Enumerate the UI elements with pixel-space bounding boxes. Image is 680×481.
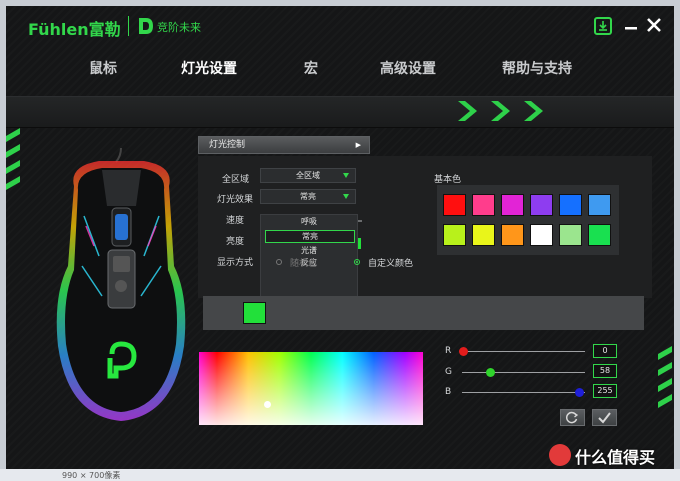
color-swatch[interactable] xyxy=(443,194,466,216)
color-spectrum-picker[interactable] xyxy=(199,352,423,425)
tab-lighting[interactable]: 灯光设置 xyxy=(181,58,237,78)
close-icon[interactable] xyxy=(646,17,662,33)
zone-label: 全区域 xyxy=(222,175,250,185)
decor-stripes-left xyxy=(6,128,20,190)
display-mode-label: 显示方式 xyxy=(217,258,254,268)
color-swatch[interactable] xyxy=(501,224,524,246)
red-label: R xyxy=(445,346,452,356)
tab-macro[interactable]: 宏 xyxy=(304,58,318,78)
effect-option-selected[interactable]: 常亮 xyxy=(265,230,355,243)
green-slider-track[interactable] xyxy=(462,372,585,373)
color-preview-bar xyxy=(203,296,644,330)
color-swatch[interactable] xyxy=(472,224,495,246)
download-home-button[interactable] xyxy=(594,17,612,35)
red-slider-thumb[interactable] xyxy=(459,347,468,356)
speed-label: 速度 xyxy=(226,216,245,226)
random-color-label: 随机色 xyxy=(290,259,318,269)
checkmark-icon xyxy=(598,412,611,424)
custom-color-label: 自定义颜色 xyxy=(368,259,414,269)
lighting-control-header[interactable]: 灯光控制 ▶ xyxy=(198,136,370,154)
chevron-down-icon xyxy=(343,194,349,199)
logo-divider xyxy=(128,16,129,36)
mouse-illustration xyxy=(56,147,186,421)
effect-select-value: 常亮 xyxy=(300,192,316,201)
tab-help[interactable]: 帮助与支持 xyxy=(502,58,572,78)
download-home-icon xyxy=(599,21,607,31)
brightness-label: 亮度 xyxy=(226,237,245,247)
blue-value-input[interactable]: 255 xyxy=(593,384,617,398)
current-color-swatch xyxy=(243,302,266,324)
blue-slider-thumb[interactable] xyxy=(575,388,584,397)
brand-logo: Fühlen富勒 xyxy=(28,20,121,39)
blue-label: B xyxy=(445,387,452,397)
green-label: G xyxy=(445,367,452,377)
minimize-icon[interactable] xyxy=(624,18,638,32)
color-swatch[interactable] xyxy=(588,194,611,216)
green-slider-thumb[interactable] xyxy=(486,368,495,377)
random-color-radio[interactable] xyxy=(276,259,282,265)
chevron-down-icon xyxy=(343,173,349,178)
color-swatch[interactable] xyxy=(472,194,495,216)
color-swatch[interactable] xyxy=(443,224,466,246)
green-value-input[interactable]: 58 xyxy=(593,364,617,378)
color-swatch[interactable] xyxy=(559,224,582,246)
decor-banner xyxy=(6,96,674,128)
lighting-control-title: 灯光控制 xyxy=(209,140,246,150)
color-swatch[interactable] xyxy=(559,194,582,216)
basic-colors-grid xyxy=(437,185,619,255)
confirm-button[interactable] xyxy=(592,409,617,426)
app-window: Fühlen富勒 竞阶未来 鼠标 灯光设置 宏 高级设置 帮助与支持 灯光控制 … xyxy=(6,6,674,471)
zone-select[interactable]: 全区域 xyxy=(260,168,356,183)
custom-color-radio[interactable] xyxy=(354,259,360,265)
spectrum-cursor[interactable] xyxy=(264,401,271,408)
play-arrow-icon: ▶ xyxy=(355,141,361,149)
blue-slider-track[interactable] xyxy=(462,392,585,393)
red-slider-track[interactable] xyxy=(462,351,585,352)
title-bar: Fühlen富勒 竞阶未来 xyxy=(6,6,674,46)
effect-select[interactable]: 常亮 xyxy=(260,189,356,204)
reset-button[interactable] xyxy=(560,409,585,426)
effect-option[interactable]: 呼吸 xyxy=(261,215,357,228)
decor-stripes-right xyxy=(658,346,672,408)
color-swatch[interactable] xyxy=(530,194,553,216)
effect-label: 灯光效果 xyxy=(217,195,254,205)
red-value-input[interactable]: 0 xyxy=(593,344,617,358)
color-swatch[interactable] xyxy=(588,224,611,246)
tab-mouse[interactable]: 鼠标 xyxy=(89,58,117,78)
status-bar: 990 × 700像素 xyxy=(0,469,680,481)
watermark-logo-icon xyxy=(549,444,571,466)
main-nav: 鼠标 灯光设置 宏 高级设置 帮助与支持 xyxy=(6,52,674,82)
brand-slogan: 竞阶未来 xyxy=(157,21,201,34)
zone-select-value: 全区域 xyxy=(296,171,320,180)
refresh-icon xyxy=(565,411,579,424)
image-dimensions: 990 × 700像素 xyxy=(62,471,121,480)
color-swatch[interactable] xyxy=(501,194,524,216)
tab-advanced[interactable]: 高级设置 xyxy=(380,58,436,78)
watermark-text: 什么值得买 xyxy=(575,448,656,467)
chevron-arrows-icon xyxy=(458,101,543,121)
brand-mark-icon xyxy=(139,18,153,34)
basic-colors-title: 基本色 xyxy=(434,175,462,185)
color-swatch[interactable] xyxy=(530,224,553,246)
